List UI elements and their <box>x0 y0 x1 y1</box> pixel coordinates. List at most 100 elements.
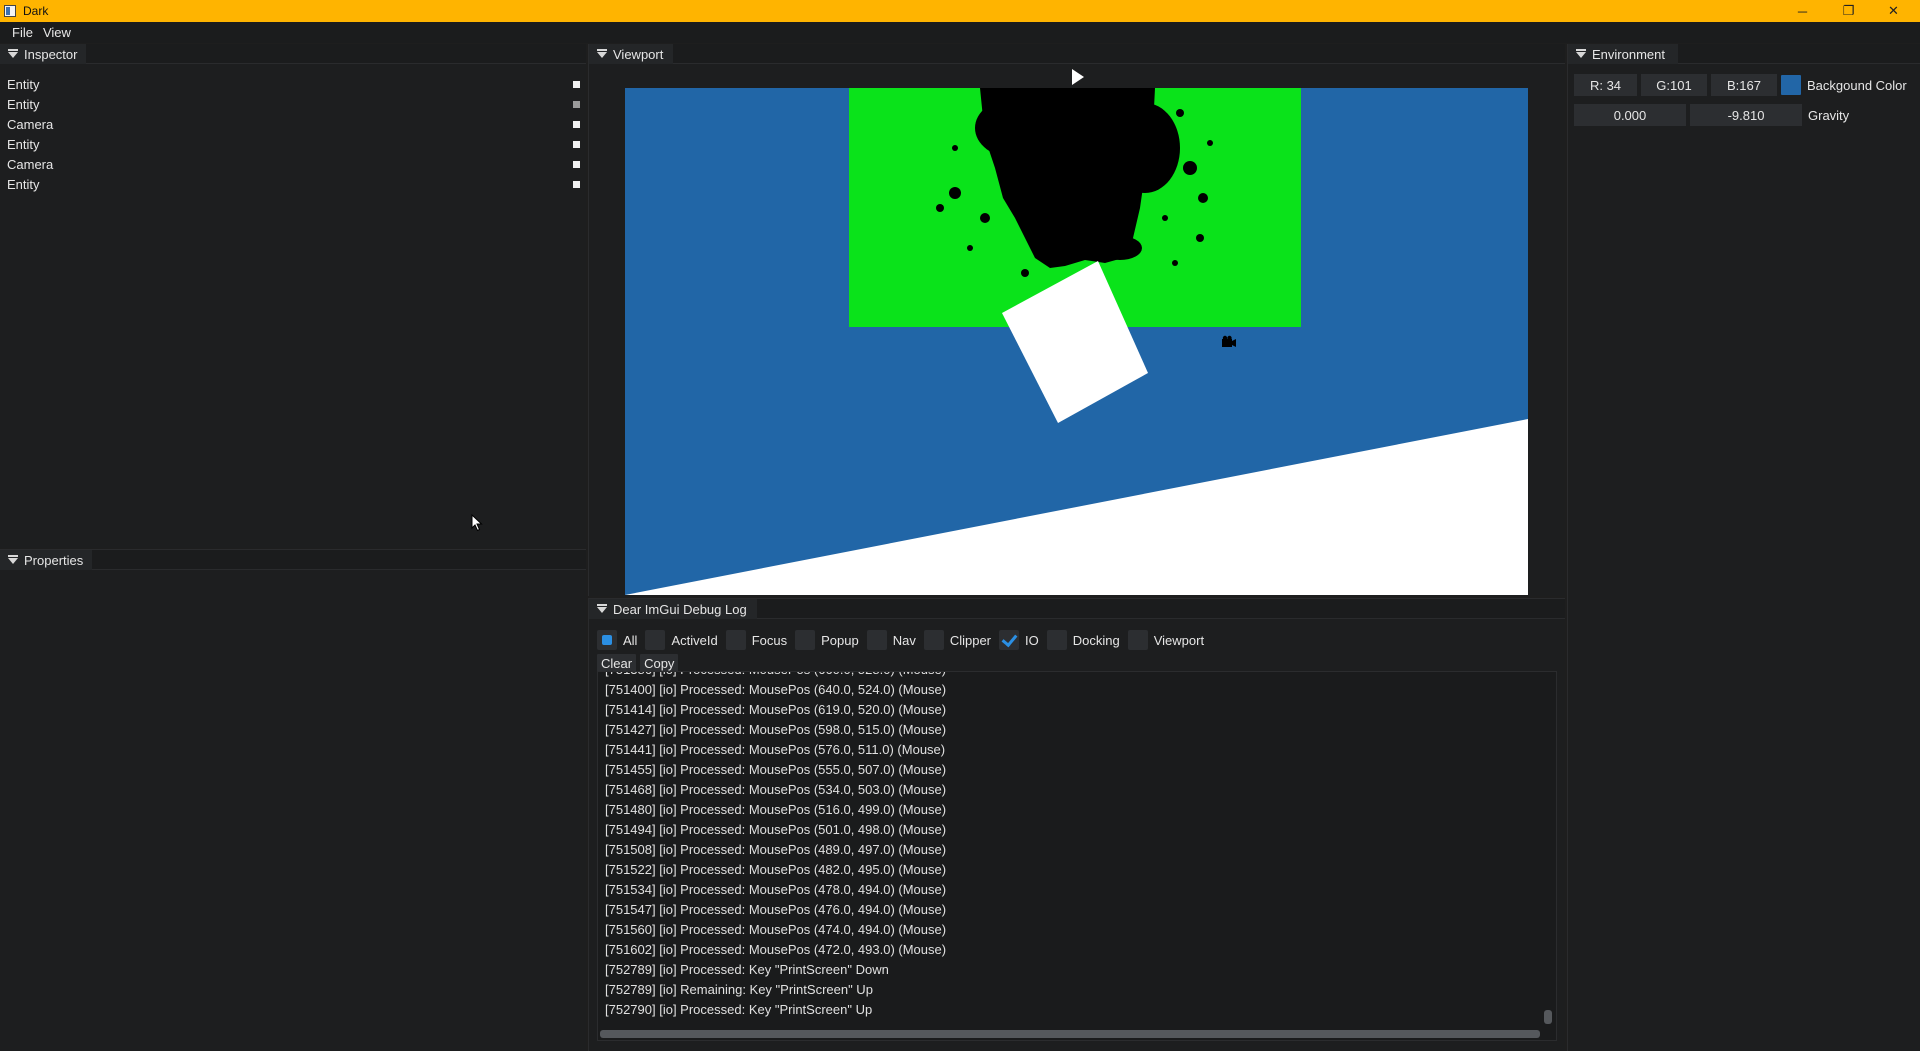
inspector-item-label: Camera <box>7 116 54 132</box>
filter-label: All <box>623 632 638 648</box>
radio-button[interactable] <box>597 630 617 650</box>
scene-canvas[interactable] <box>625 88 1528 595</box>
tab-viewport[interactable]: Viewport <box>589 44 673 64</box>
play-icon[interactable] <box>1072 69 1084 85</box>
viewport-tabbar: Viewport <box>589 44 1565 64</box>
filter-focus[interactable]: Focus <box>725 630 788 650</box>
vertical-scrollbar[interactable] <box>1542 672 1554 1028</box>
collapse-arrow-icon[interactable] <box>1576 49 1586 58</box>
filter-label: Focus <box>751 632 788 648</box>
inspector-item-label: Entity <box>7 176 40 192</box>
gravity-row: 0.000 -9.810 Gravity <box>1574 104 1849 126</box>
checkbox[interactable] <box>725 630 746 650</box>
log-line: [751494] [io] Processed: MousePos (501.0… <box>605 822 947 837</box>
color-r-field[interactable]: R: 34 <box>1574 74 1637 96</box>
debug-log-panel: Dear ImGui Debug Log All ActiveId Focus … <box>588 598 1565 1051</box>
filter-label: Popup <box>821 632 859 648</box>
visibility-toggle[interactable] <box>573 160 580 168</box>
log-line: [751414] [io] Processed: MousePos (619.0… <box>605 702 947 717</box>
scrollbar-thumb[interactable] <box>1544 1010 1552 1024</box>
properties-tabbar: Properties <box>0 550 586 570</box>
log-line: [751441] [io] Processed: MousePos (576.0… <box>605 742 946 757</box>
color-g-field[interactable]: G:101 <box>1641 74 1707 96</box>
visibility-toggle[interactable] <box>573 120 580 128</box>
visibility-toggle[interactable] <box>573 100 580 108</box>
inspector-item-label: Camera <box>7 156 54 172</box>
filter-label: Viewport <box>1153 632 1205 648</box>
color-swatch[interactable] <box>1781 75 1801 95</box>
inspector-item[interactable]: Entity <box>0 134 586 154</box>
filter-popup[interactable]: Popup <box>795 630 859 650</box>
filter-io[interactable]: IO <box>999 630 1039 650</box>
log-line: [751480] [io] Processed: MousePos (516.0… <box>605 802 947 817</box>
visibility-toggle[interactable] <box>573 140 580 148</box>
collapse-arrow-icon[interactable] <box>8 49 18 58</box>
inspector-item[interactable]: Entity <box>0 74 586 94</box>
filter-viewport[interactable]: Viewport <box>1127 630 1205 650</box>
checkbox[interactable] <box>795 630 816 650</box>
checkbox[interactable] <box>923 630 944 650</box>
checkbox[interactable] <box>866 630 887 650</box>
filter-label: Docking <box>1072 632 1120 648</box>
restore-button[interactable]: ❐ <box>1826 0 1871 22</box>
environment-tab-label: Environment <box>1592 46 1665 62</box>
collapse-arrow-icon[interactable] <box>8 555 18 564</box>
tab-debug-log[interactable]: Dear ImGui Debug Log <box>589 599 757 619</box>
checkbox[interactable] <box>1046 630 1067 650</box>
checkmark-icon[interactable] <box>999 630 1020 650</box>
log-line: [751522] [io] Processed: MousePos (482.0… <box>605 862 947 877</box>
menu-bar: File View <box>0 22 1920 43</box>
viewport-tab-label: Viewport <box>613 46 664 62</box>
collapse-arrow-icon[interactable] <box>597 604 607 613</box>
debug-log-tab-label: Dear ImGui Debug Log <box>613 601 747 617</box>
tab-properties[interactable]: Properties <box>0 550 92 570</box>
log-line: [751534] [io] Processed: MousePos (478.0… <box>605 882 947 897</box>
log-line: [751455] [io] Processed: MousePos (555.0… <box>605 762 947 777</box>
inspector-item[interactable]: Entity <box>0 174 586 194</box>
visibility-toggle[interactable] <box>573 80 580 88</box>
log-actions: Clear Copy <box>597 654 682 672</box>
log-line: [751427] [io] Processed: MousePos (598.0… <box>605 722 947 737</box>
filter-label: Clipper <box>949 632 992 648</box>
log-line: [751602] [io] Processed: MousePos (472.0… <box>605 942 947 957</box>
inspector-item[interactable]: Camera <box>0 154 586 174</box>
tab-inspector[interactable]: Inspector <box>0 44 86 64</box>
tab-environment[interactable]: Environment <box>1568 44 1678 64</box>
checkbox[interactable] <box>645 630 666 650</box>
horizontal-scrollbar[interactable] <box>598 1028 1544 1040</box>
properties-panel: Properties <box>0 549 586 1051</box>
gravity-y-field[interactable]: -9.810 <box>1690 104 1802 126</box>
minimize-button[interactable]: ─ <box>1780 0 1825 22</box>
log-output[interactable]: [751386] [io] Processed: MousePos (660.0… <box>597 671 1557 1041</box>
inspector-item-label: Entity <box>7 96 40 112</box>
gravity-x-field[interactable]: 0.000 <box>1574 104 1686 126</box>
clear-button[interactable]: Clear <box>597 654 637 672</box>
menu-view[interactable]: View <box>40 25 78 40</box>
scene-graphics <box>625 88 1528 595</box>
checkbox[interactable] <box>1127 630 1148 650</box>
inspector-item[interactable]: Entity <box>0 94 586 114</box>
gravity-label: Gravity <box>1808 107 1850 123</box>
camera-icon <box>1222 335 1236 347</box>
environment-tabbar: Environment <box>1568 44 1920 64</box>
menu-file[interactable]: File <box>0 25 40 40</box>
filter-nav[interactable]: Nav <box>866 630 916 650</box>
inspector-item[interactable]: Camera <box>0 114 586 134</box>
filter-activeid[interactable]: ActiveId <box>645 630 718 650</box>
inspector-panel: Inspector Entity Entity Camera Entity Ca… <box>0 44 586 548</box>
filter-label: ActiveId <box>671 632 718 648</box>
close-button[interactable]: ✕ <box>1871 0 1916 22</box>
visibility-toggle[interactable] <box>573 180 580 188</box>
debug-log-tabbar: Dear ImGui Debug Log <box>589 599 1565 619</box>
filter-docking[interactable]: Docking <box>1046 630 1120 650</box>
inspector-tab-label: Inspector <box>24 46 78 62</box>
inspector-item-label: Entity <box>7 76 40 92</box>
log-line: [752789] [io] Processed: Key "PrintScree… <box>605 962 889 977</box>
color-b-field[interactable]: B:167 <box>1711 74 1777 96</box>
collapse-arrow-icon[interactable] <box>597 49 607 58</box>
scrollbar-thumb[interactable] <box>600 1030 1540 1038</box>
mouse-cursor-icon <box>471 514 483 532</box>
filter-clipper[interactable]: Clipper <box>923 630 992 650</box>
filter-all[interactable]: All <box>597 630 637 650</box>
copy-button[interactable]: Copy <box>640 654 679 672</box>
